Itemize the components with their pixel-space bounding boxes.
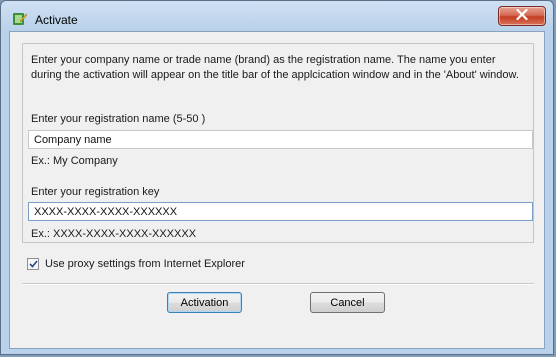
key-app-icon — [12, 11, 28, 27]
activate-dialog: Activate Enter your company name or trad… — [0, 0, 554, 355]
registration-name-example: Ex.: My Company — [31, 155, 118, 167]
close-button[interactable] — [498, 6, 546, 26]
window-title: Activate — [35, 13, 78, 27]
divider — [22, 283, 534, 285]
registration-key-label: Enter your registration key — [31, 186, 160, 198]
registration-key-example: Ex.: XXXX-XXXX-XXXX-XXXXXX — [31, 228, 197, 240]
proxy-option[interactable]: Use proxy settings from Internet Explore… — [27, 258, 245, 270]
registration-key-input[interactable] — [28, 202, 533, 221]
registration-description: Enter your company name or trade name (b… — [31, 54, 519, 81]
close-icon — [516, 8, 528, 23]
cancel-button[interactable]: Cancel — [310, 292, 385, 313]
registration-name-input[interactable] — [28, 130, 533, 149]
proxy-label: Use proxy settings from Internet Explore… — [45, 258, 245, 270]
dialog-body: Enter your company name or trade name (b… — [9, 31, 545, 349]
registration-group: Enter your company name or trade name (b… — [22, 43, 534, 243]
activation-button[interactable]: Activation — [167, 292, 242, 313]
proxy-checkbox[interactable] — [27, 258, 39, 270]
registration-name-label: Enter your registration name (5-50 ) — [31, 113, 206, 125]
checkmark-icon — [28, 260, 38, 268]
title-bar[interactable]: Activate — [1, 1, 553, 33]
